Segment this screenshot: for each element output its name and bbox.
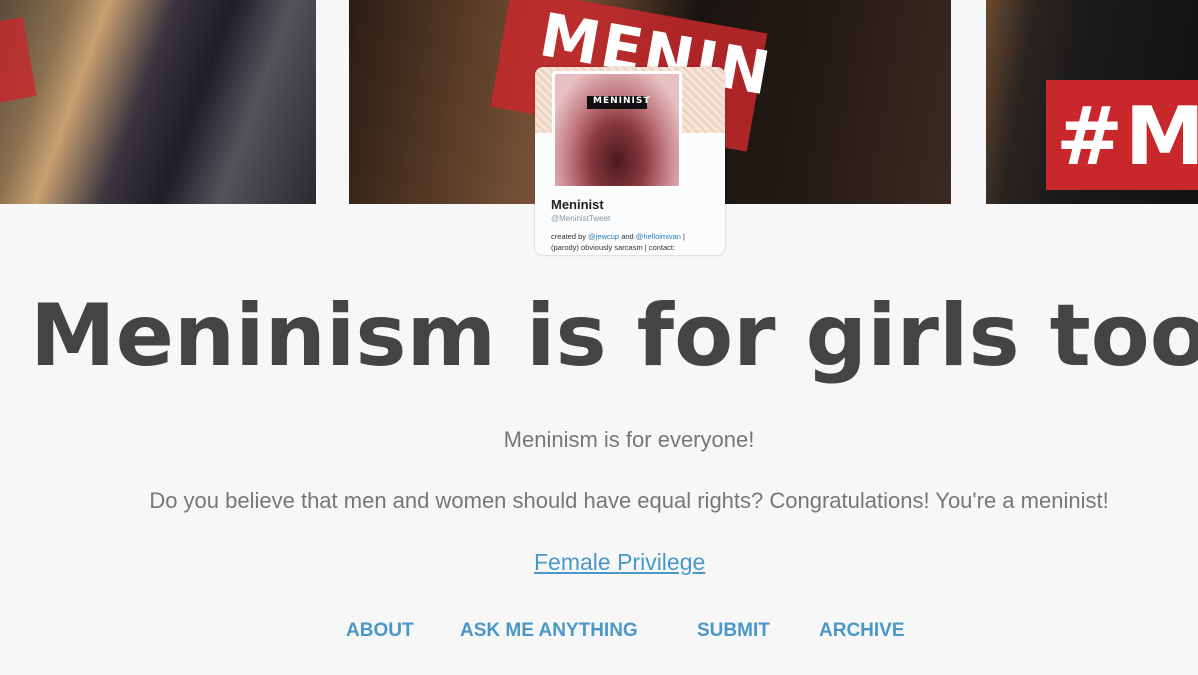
nav-ask-me-anything[interactable]: ASK ME ANYTHING xyxy=(460,620,638,642)
red-shirt-band xyxy=(0,17,37,103)
header-image-strip: MENIN #M MENINIST Meninist @MeninistTwee… xyxy=(0,0,1198,255)
shirt-text: #M xyxy=(1056,90,1198,183)
profile-bio: created by @jewcup and @helloimivan | (p… xyxy=(551,231,721,253)
bio-suffix: | xyxy=(683,232,685,241)
profile-handle[interactable]: @MeninistTweet xyxy=(551,214,610,223)
blog-title: Meninism is for girls too! xyxy=(30,286,1198,386)
profile-card[interactable]: MENINIST Meninist @MeninistTweet created… xyxy=(535,67,725,255)
nav-about[interactable]: ABOUT xyxy=(346,620,414,642)
header-photo-3: #M xyxy=(986,0,1198,204)
header-photo-1 xyxy=(0,0,316,204)
avatar-label: MENINIST xyxy=(593,96,651,106)
bio-line-2: (parody) obviously sarcasm | contact: xyxy=(551,243,676,252)
female-privilege-link[interactable]: Female Privilege xyxy=(534,549,705,576)
bio-link-helloimivan[interactable]: @helloimivan xyxy=(636,232,681,241)
bio-and: and xyxy=(621,232,634,241)
blog-description: Do you believe that men and women should… xyxy=(149,488,1109,513)
bio-link-jewcup[interactable]: @jewcup xyxy=(588,232,619,241)
nav-archive[interactable]: ARCHIVE xyxy=(819,620,905,642)
avatar[interactable]: MENINIST xyxy=(552,71,682,189)
nav-submit[interactable]: SUBMIT xyxy=(697,620,770,642)
blog-tagline: Meninism is for everyone! xyxy=(503,427,755,452)
profile-name[interactable]: Meninist xyxy=(551,197,604,212)
bio-prefix: created by xyxy=(551,232,587,241)
